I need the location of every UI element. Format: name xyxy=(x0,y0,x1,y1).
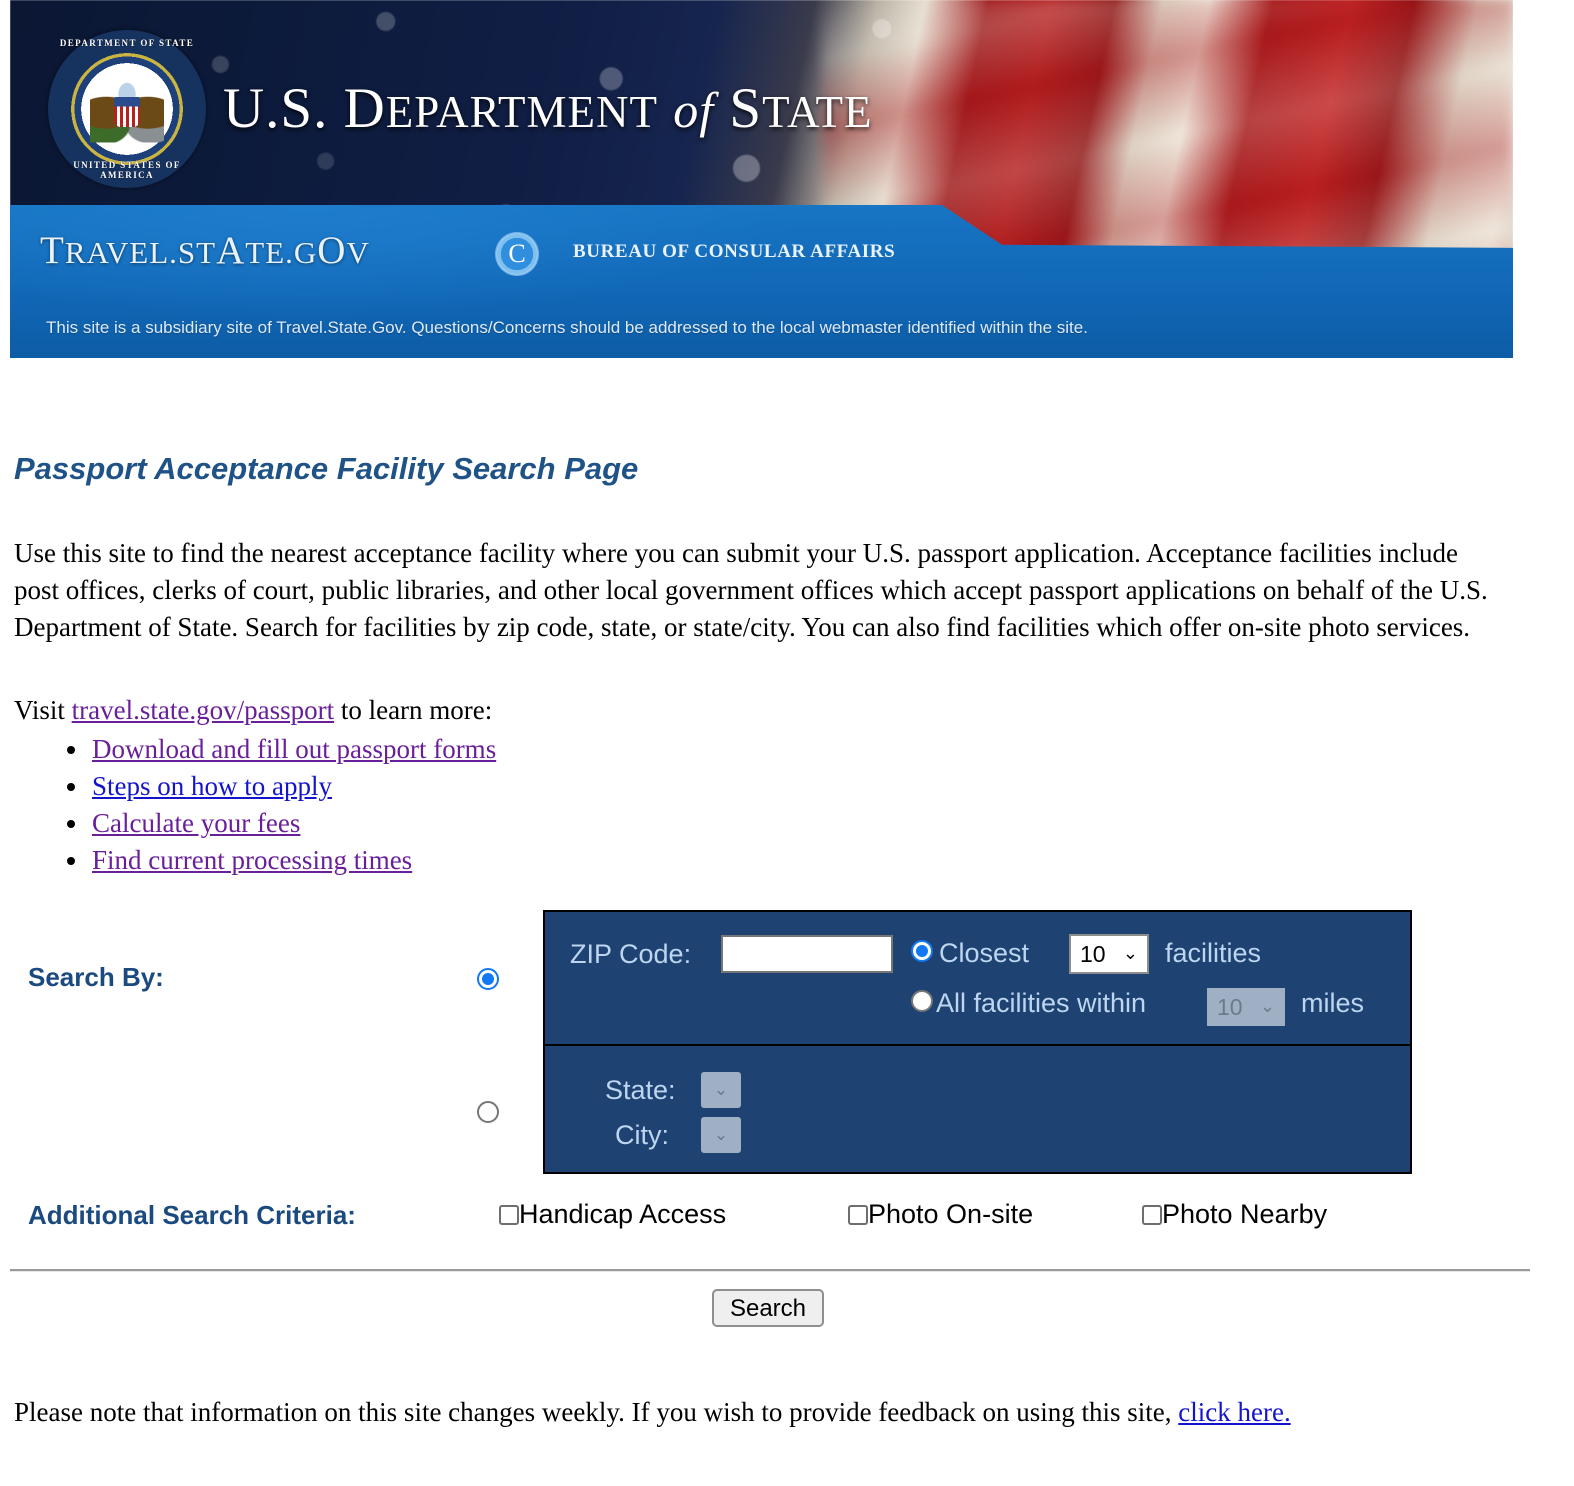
city-label: City: xyxy=(615,1120,669,1150)
seal-shield-icon xyxy=(114,97,140,128)
city-select[interactable]: ⌄ xyxy=(701,1117,741,1153)
tsg-part4: TE.G xyxy=(245,235,318,270)
tsg-part3: A xyxy=(216,229,246,272)
photo-onsite-checkbox-group[interactable]: Photo On-site xyxy=(848,1199,1033,1230)
zip-code-label: ZIP Code: xyxy=(570,939,692,969)
visit-suffix: to learn more: xyxy=(334,695,493,725)
list-item: Steps on how to apply xyxy=(90,768,496,805)
chevron-down-icon: ⌄ xyxy=(1122,943,1138,964)
search-by-state-city-radio[interactable] xyxy=(477,1101,499,1123)
consular-affairs-icon: C xyxy=(495,232,539,276)
visit-line: Visit travel.state.gov/passport to learn… xyxy=(14,693,492,727)
state-select[interactable]: ⌄ xyxy=(701,1072,741,1108)
all-facilities-within-label: All facilities within xyxy=(936,988,1147,1018)
search-by-zip-radio[interactable] xyxy=(477,968,499,990)
miles-value: 10 xyxy=(1217,994,1243,1020)
tsg-part1: T xyxy=(40,229,65,272)
intro-paragraph: Use this site to find the nearest accept… xyxy=(14,538,1488,642)
all-facilities-within-radio[interactable] xyxy=(911,990,933,1012)
search-button[interactable]: Search xyxy=(712,1289,824,1327)
additional-search-criteria-label: Additional Search Criteria: xyxy=(28,1200,356,1230)
list-item: Calculate your fees xyxy=(90,805,496,842)
bureau-of-consular-affairs-label: BUREAU OF CONSULAR AFFAIRS xyxy=(573,241,896,262)
dos-title-part2: EPARTMENT xyxy=(385,87,658,137)
visit-prefix: Visit xyxy=(14,695,72,725)
chevron-down-icon: ⌄ xyxy=(1259,996,1275,1017)
miles-label: miles xyxy=(1301,988,1365,1018)
site-banner: DEPARTMENT OF STATE UNITED STATES OF AME… xyxy=(10,0,1513,358)
footer-note-text: Please note that information on this sit… xyxy=(14,1397,1179,1427)
tsg-part2: RAVEL.ST xyxy=(64,235,217,270)
subsidiary-site-notice: This site is a subsidiary site of Travel… xyxy=(46,318,1088,337)
state-city-search-section: State: ⌄ City: ⌄ xyxy=(545,1046,1410,1172)
list-item: Download and fill out passport forms xyxy=(90,731,496,768)
tsg-part6: V xyxy=(346,235,370,270)
closest-facilities-radio[interactable] xyxy=(911,940,933,962)
link-download-passport-forms[interactable]: Download and fill out passport forms xyxy=(92,734,496,764)
feedback-click-here-link[interactable]: click here. xyxy=(1178,1397,1290,1427)
dos-title-part1: U.S. D xyxy=(223,77,386,140)
miles-radius-select[interactable]: 10 ⌄ xyxy=(1207,988,1285,1026)
facilities-label: facilities xyxy=(1165,938,1262,968)
state-label: State: xyxy=(605,1075,676,1105)
list-item: Find current processing times xyxy=(90,842,496,879)
search-by-label: Search By: xyxy=(28,962,164,992)
horizontal-divider xyxy=(10,1269,1530,1272)
resource-link-list: Download and fill out passport forms Ste… xyxy=(52,731,496,879)
zip-code-input[interactable] xyxy=(721,935,893,973)
photo-nearby-label: Photo Nearby xyxy=(1162,1199,1328,1229)
tsg-part5: O xyxy=(317,229,347,272)
closest-count-value: 10 xyxy=(1080,941,1106,967)
chevron-down-icon: ⌄ xyxy=(713,1080,729,1099)
dos-title-of: of xyxy=(673,82,715,138)
seal-ring-top-text: DEPARTMENT OF STATE xyxy=(59,38,195,48)
dos-title-part3: S xyxy=(729,77,763,140)
handicap-access-checkbox[interactable] xyxy=(499,1205,519,1225)
chevron-down-icon: ⌄ xyxy=(713,1125,729,1144)
photo-nearby-checkbox-group[interactable]: Photo Nearby xyxy=(1142,1199,1327,1230)
dos-title-part4: TATE xyxy=(762,87,873,137)
photo-onsite-label: Photo On-site xyxy=(868,1199,1034,1229)
search-criteria-panel: ZIP Code: Closest 10 ⌄ facilities All fac… xyxy=(543,910,1412,1174)
closest-label: Closest xyxy=(939,938,1030,968)
travel-state-gov-passport-link[interactable]: travel.state.gov/passport xyxy=(72,695,334,725)
photo-nearby-checkbox[interactable] xyxy=(1142,1205,1162,1225)
handicap-access-checkbox-group[interactable]: Handicap Access xyxy=(499,1199,726,1230)
link-find-processing-times[interactable]: Find current processing times xyxy=(92,845,412,875)
department-of-state-title: U.S. DEPARTMENT of STATE xyxy=(223,76,872,141)
closest-count-select[interactable]: 10 ⌄ xyxy=(1069,934,1149,974)
page-title: Passport Acceptance Facility Search Page xyxy=(14,450,639,486)
zip-search-section: ZIP Code: Closest 10 ⌄ facilities All fac… xyxy=(545,912,1410,1046)
seal-ring-bottom-text: UNITED STATES OF AMERICA xyxy=(73,160,181,180)
footer-note: Please note that information on this sit… xyxy=(14,1392,1484,1432)
link-calculate-your-fees[interactable]: Calculate your fees xyxy=(92,808,300,838)
department-of-state-seal-icon: DEPARTMENT OF STATE UNITED STATES OF AME… xyxy=(48,30,206,188)
link-steps-how-to-apply[interactable]: Steps on how to apply xyxy=(92,771,332,801)
photo-onsite-checkbox[interactable] xyxy=(848,1205,868,1225)
travel-state-gov-wordmark[interactable]: TRAVEL.STATE.GOV xyxy=(40,228,370,273)
handicap-access-label: Handicap Access xyxy=(519,1199,727,1229)
